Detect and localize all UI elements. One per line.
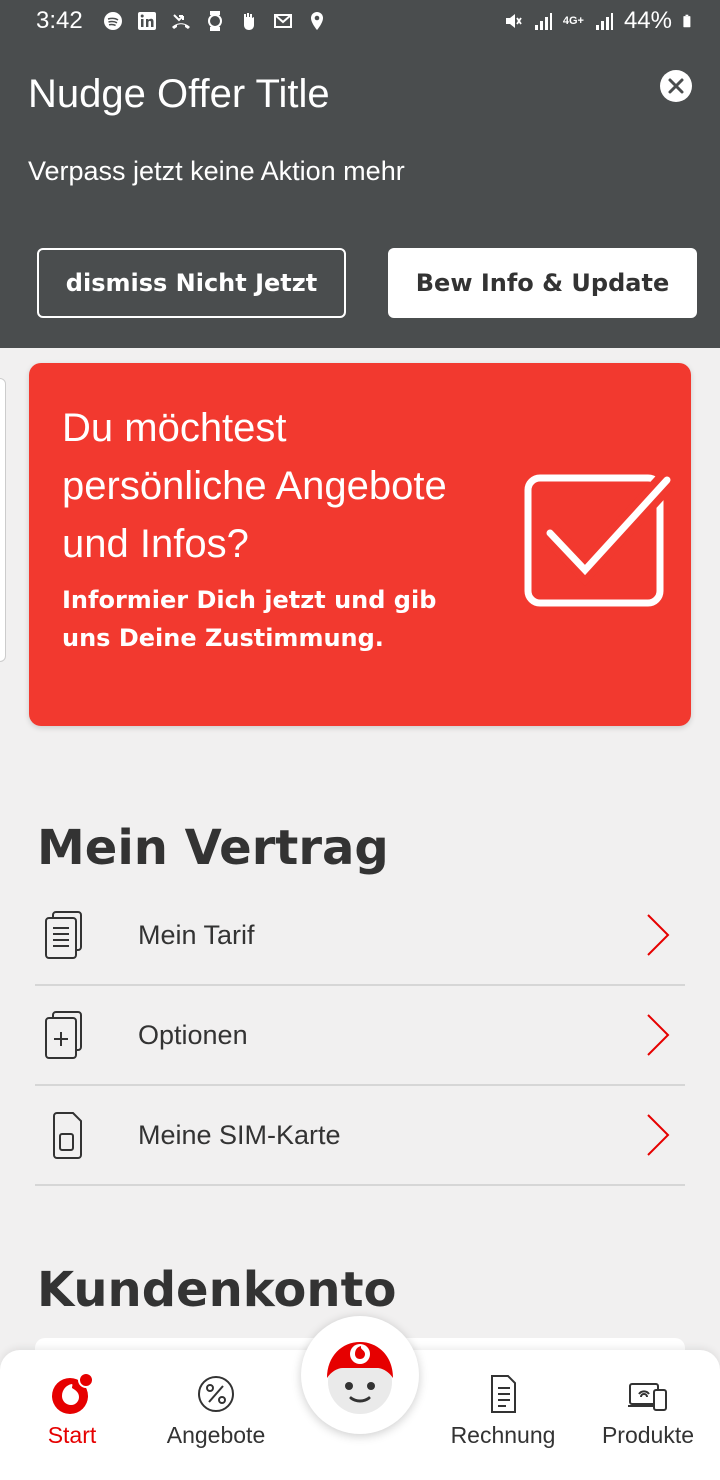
nudge-text: Verpass jetzt keine Aktion mehr: [28, 156, 405, 186]
nav-item-rechnung[interactable]: Rechnung: [433, 1372, 573, 1449]
smartwatch-icon: [207, 11, 222, 31]
glove-icon: [243, 13, 254, 30]
list-item-label: Meine SIM-Karte: [138, 1119, 341, 1150]
gmail-icon: [273, 14, 292, 28]
nav-label: Produkte: [601, 1422, 695, 1448]
promo-heading: Du möchtest persönliche Angebote und Inf…: [62, 406, 447, 566]
close-icon: [668, 78, 684, 94]
list-item-sim-karte[interactable]: Meine SIM-Karte: [35, 1086, 685, 1186]
nudge-offer-panel: Nudge Offer Title Verpass jetzt keine Ak…: [0, 42, 720, 348]
consent-promo-card[interactable]: Du möchtest persönliche Angebote und Inf…: [29, 363, 691, 726]
tobi-chatbot-icon: [327, 1342, 393, 1414]
battery-percent: 44%: [623, 7, 672, 34]
nav-label: Start: [47, 1422, 97, 1448]
list-item-optionen[interactable]: Optionen: [35, 986, 685, 1086]
nav-label: Angebote: [166, 1422, 266, 1448]
account-section-title: Kundenkonto: [37, 1262, 397, 1318]
vodafone-logo-icon: [52, 1372, 94, 1414]
previous-card-peek[interactable]: [0, 378, 6, 662]
list-item-label: Mein Tarif: [138, 919, 255, 950]
list-item-label: Optionen: [138, 1019, 248, 1050]
location-icon: [310, 12, 323, 30]
chevron-right-icon: [647, 1014, 670, 1056]
battery-icon: [683, 14, 691, 28]
spotify-icon: [103, 12, 122, 30]
nav-item-angebote[interactable]: Angebote: [146, 1372, 286, 1449]
status-time: 3:42: [36, 7, 83, 34]
contract-section-title: Mein Vertrag: [37, 820, 389, 876]
linkedin-icon: [137, 12, 156, 30]
add-document-icon: [45, 1011, 82, 1059]
mute-icon: [505, 14, 522, 28]
nav-item-produkte[interactable]: Produkte: [578, 1372, 718, 1449]
promo-subtext: Informier Dich jetzt und gib uns Deine Z…: [62, 586, 437, 652]
document-icon: [45, 911, 82, 959]
sim-card-icon: [53, 1112, 82, 1159]
chevron-right-icon: [647, 1114, 670, 1156]
nav-item-start[interactable]: Start: [2, 1372, 142, 1449]
nudge-title: Nudge Offer Title: [28, 72, 330, 116]
chevron-right-icon: [647, 914, 670, 956]
nav-label: Rechnung: [450, 1422, 556, 1448]
invoice-icon: [491, 1375, 516, 1413]
percent-icon: [198, 1376, 234, 1412]
info-update-button[interactable]: Bew Info & Update: [388, 248, 697, 318]
devices-icon: [628, 1383, 667, 1411]
missed-call-icon: [171, 14, 190, 29]
signal-icon-2: [595, 13, 613, 30]
status-bar: 3:42 4G+ 44%: [0, 0, 720, 42]
nudge-close-button[interactable]: [660, 70, 692, 102]
signal-icon: [534, 13, 552, 30]
dismiss-button[interactable]: dismiss Nicht Jetzt: [37, 248, 346, 318]
list-item-mein-tarif[interactable]: Mein Tarif: [35, 886, 685, 986]
tobi-chatbot-button[interactable]: [301, 1316, 419, 1434]
network-type: 4G+: [562, 15, 584, 27]
checkbox-checked-icon: [524, 473, 675, 607]
